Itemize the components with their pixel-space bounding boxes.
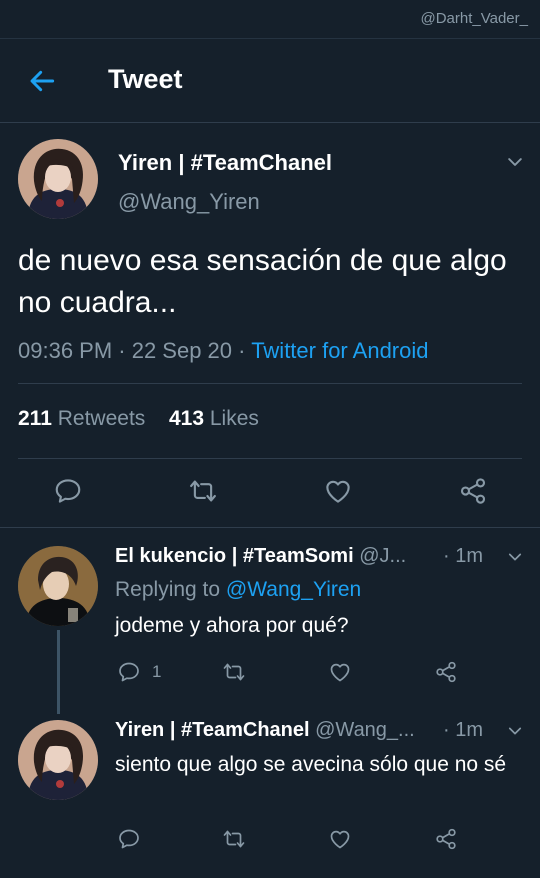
author-handle[interactable]: @Wang_Yiren — [118, 189, 260, 215]
header-divider — [0, 122, 540, 123]
replying-to: Replying to @Wang_Yiren — [115, 578, 361, 602]
share-icon[interactable] — [458, 476, 488, 506]
retweet-icon[interactable] — [188, 476, 218, 506]
replying-to-handle[interactable]: @Wang_Yiren — [226, 578, 361, 601]
avatar[interactable] — [18, 546, 98, 626]
avatar[interactable] — [18, 720, 98, 800]
app-header: Tweet — [0, 39, 540, 122]
reply-icon[interactable] — [117, 660, 141, 684]
reply-author-name[interactable]: Yiren | #TeamChanel — [115, 719, 310, 741]
likes-label[interactable]: Likes — [210, 407, 259, 430]
tweet-meta: 09:36 PM · 22 Sep 20 · Twitter for Andro… — [18, 338, 429, 364]
likes-count[interactable]: 413 — [169, 407, 204, 430]
heart-icon[interactable] — [328, 827, 352, 851]
reply-author-handle[interactable]: @Wang_... — [315, 719, 415, 741]
chevron-down-icon[interactable] — [506, 548, 524, 566]
share-icon[interactable] — [434, 827, 458, 851]
reply-icon[interactable] — [53, 476, 83, 506]
thread-line — [57, 630, 60, 714]
reply-author-name[interactable]: El kukencio | #TeamSomi — [115, 545, 354, 567]
retweet-icon[interactable] — [222, 827, 246, 851]
chevron-down-icon[interactable] — [505, 152, 525, 172]
reply-text: siento que algo se avecina sólo que no s… — [115, 753, 507, 776]
avatar[interactable] — [18, 139, 98, 219]
stats-divider — [18, 458, 522, 459]
page-title: Tweet — [108, 64, 183, 94]
meta-divider — [18, 383, 522, 384]
tweet-text: de nuevo esa sensación de que algo no cu… — [18, 244, 507, 319]
reply-time: · 1m — [443, 545, 483, 567]
chevron-down-icon[interactable] — [506, 722, 524, 740]
watermark: @Darht_Vader_ — [420, 10, 528, 27]
author-name[interactable]: Yiren | #TeamChanel — [118, 150, 332, 176]
reply-header: Yiren | #TeamChanel @Wang_... — [115, 719, 445, 742]
arrow-left-icon[interactable] — [26, 65, 58, 97]
heart-icon[interactable] — [328, 660, 352, 684]
share-icon[interactable] — [434, 660, 458, 684]
retweets-label[interactable]: Retweets — [58, 407, 146, 430]
retweets-count[interactable]: 211 — [18, 407, 52, 430]
reply-icon[interactable] — [117, 827, 141, 851]
reply-text: jodeme y ahora por qué? — [115, 614, 349, 637]
tweet-stats: 211 Retweets 413 Likes — [18, 407, 259, 431]
reply-author-handle[interactable]: @J... — [359, 545, 406, 567]
retweet-icon[interactable] — [222, 660, 246, 684]
tweet-timestamp: 09:36 PM · 22 Sep 20 · — [18, 338, 252, 363]
replying-prefix: Replying to — [115, 578, 226, 601]
tweet-source-link[interactable]: Twitter for Android — [251, 338, 428, 363]
reply-count: 1 — [152, 662, 162, 681]
heart-icon[interactable] — [323, 476, 353, 506]
reply-header: El kukencio | #TeamSomi @J... — [115, 545, 493, 568]
main-tweet-divider — [0, 527, 540, 528]
reply-time: · 1m — [443, 719, 483, 741]
